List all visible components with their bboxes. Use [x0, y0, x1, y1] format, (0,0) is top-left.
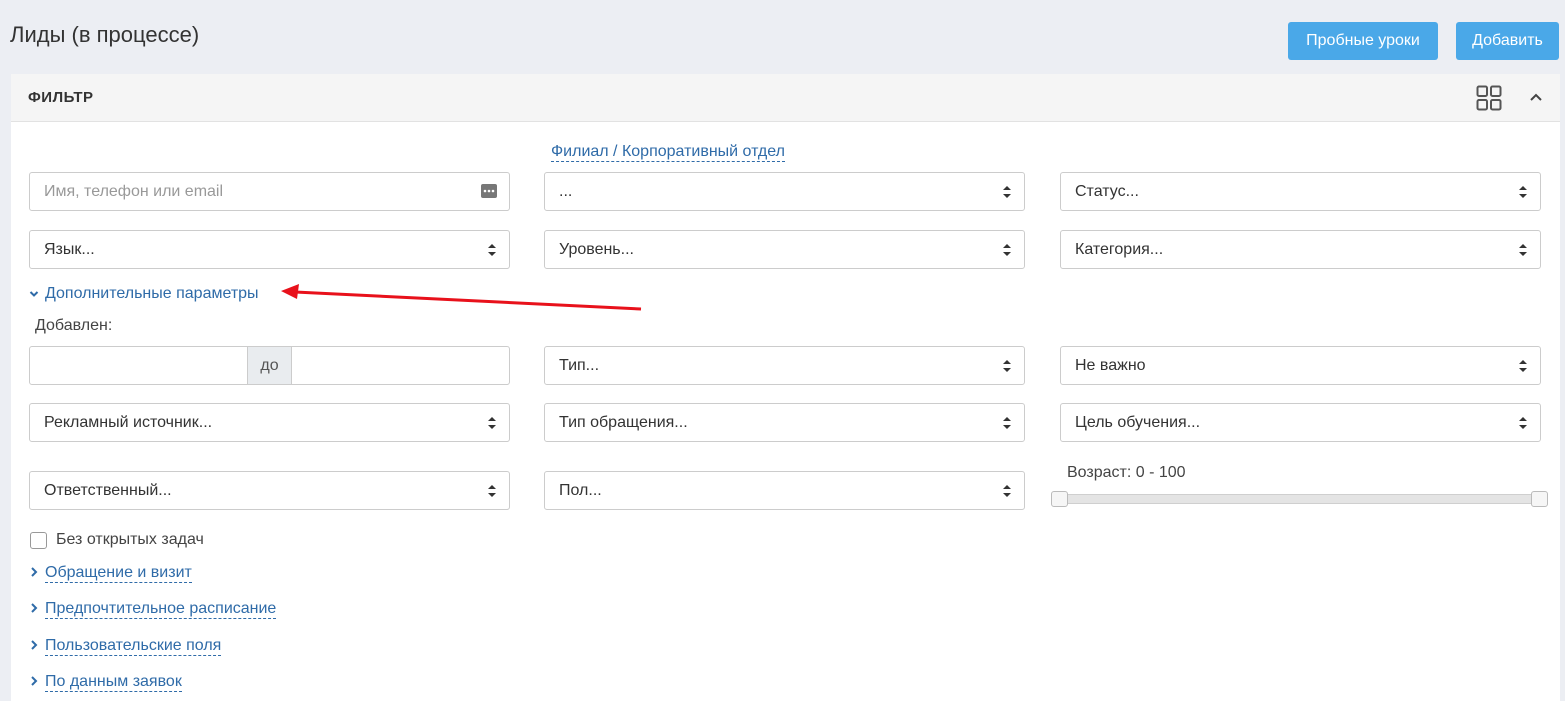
- gender-select-value: Пол...: [559, 482, 602, 499]
- select-arrows-icon: [1003, 485, 1011, 497]
- add-button[interactable]: Добавить: [1456, 22, 1559, 60]
- section-preferred-schedule[interactable]: Предпочтительное расписание: [45, 599, 277, 619]
- age-slider-track[interactable]: [1058, 494, 1533, 504]
- category-select-value: Категория...: [1075, 241, 1164, 258]
- filter-header: ФИЛЬТР: [11, 74, 1560, 122]
- level-select[interactable]: Уровень...: [544, 230, 1025, 269]
- request-type-select-value: Тип обращения...: [559, 414, 688, 431]
- level-select-value: Уровень...: [559, 241, 634, 258]
- chevron-right-icon[interactable]: [29, 675, 39, 687]
- select-arrows-icon: [1519, 360, 1527, 372]
- select-arrows-icon: [1003, 244, 1011, 256]
- grid-view-icon[interactable]: [1476, 85, 1502, 111]
- request-type-select[interactable]: Тип обращения...: [544, 403, 1025, 442]
- additional-params-link[interactable]: Дополнительные параметры: [45, 284, 259, 303]
- section-application-data[interactable]: По данным заявок: [45, 672, 182, 692]
- select-arrows-icon: [1003, 360, 1011, 372]
- select-arrows-icon: [488, 485, 496, 497]
- age-label: Возраст: 0 - 100: [1067, 464, 1186, 481]
- not-important-select[interactable]: Не важно: [1060, 346, 1541, 385]
- learning-goal-select[interactable]: Цель обучения...: [1060, 403, 1541, 442]
- chevron-down-icon[interactable]: [29, 288, 39, 300]
- chevron-right-icon[interactable]: [29, 602, 39, 614]
- section-custom-fields[interactable]: Пользовательские поля: [45, 636, 222, 656]
- no-open-tasks-label: Без открытых задач: [56, 531, 204, 548]
- select-arrows-icon: [488, 417, 496, 429]
- age-slider-handle-from[interactable]: [1051, 491, 1068, 507]
- search-placeholder: Имя, телефон или email: [44, 183, 224, 200]
- search-input[interactable]: Имя, телефон или email: [29, 172, 510, 211]
- select-arrows-icon: [1519, 186, 1527, 198]
- responsible-select-value: Ответственный...: [44, 482, 172, 499]
- chevron-right-icon[interactable]: [29, 566, 39, 578]
- select-arrows-icon: [1519, 244, 1527, 256]
- page-title: Лиды (в процессе): [10, 22, 200, 47]
- trial-lessons-button[interactable]: Пробные уроки: [1288, 22, 1438, 60]
- chevron-up-icon[interactable]: [1528, 89, 1544, 105]
- type-select-value: Тип...: [559, 357, 600, 374]
- select-arrows-icon: [1003, 186, 1011, 198]
- ad-source-select[interactable]: Рекламный источник...: [29, 403, 510, 442]
- no-open-tasks-checkbox[interactable]: [30, 532, 47, 549]
- chevron-right-icon[interactable]: [29, 639, 39, 651]
- select-arrows-icon: [1003, 417, 1011, 429]
- type-select[interactable]: Тип...: [544, 346, 1025, 385]
- date-from-input[interactable]: [29, 346, 248, 385]
- filter-panel: ФИЛЬТР Филиал / Корпоративный отдел Имя,…: [11, 74, 1560, 701]
- gender-select[interactable]: Пол...: [544, 471, 1025, 510]
- branch-select[interactable]: ...: [544, 172, 1025, 211]
- status-select[interactable]: Статус...: [1060, 172, 1541, 211]
- more-options-icon[interactable]: [481, 184, 497, 198]
- select-arrows-icon: [488, 244, 496, 256]
- annotation-arrow: [281, 284, 642, 311]
- status-select-value: Статус...: [1075, 183, 1139, 200]
- learning-goal-select-value: Цель обучения...: [1075, 414, 1201, 431]
- date-separator: до: [247, 346, 292, 385]
- age-slider-handle-to[interactable]: [1531, 491, 1548, 507]
- select-arrows-icon: [1519, 417, 1527, 429]
- filter-title: ФИЛЬТР: [28, 89, 94, 106]
- branch-select-value: ...: [559, 183, 573, 200]
- ad-source-select-value: Рекламный источник...: [44, 414, 213, 431]
- section-request-visit[interactable]: Обращение и визит: [45, 563, 192, 583]
- not-important-select-value: Не важно: [1075, 357, 1146, 374]
- category-select[interactable]: Категория...: [1060, 230, 1541, 269]
- added-label: Добавлен:: [35, 317, 113, 334]
- date-range: до: [29, 346, 510, 385]
- date-to-input[interactable]: [291, 346, 510, 385]
- responsible-select[interactable]: Ответственный...: [29, 471, 510, 510]
- language-select[interactable]: Язык...: [29, 230, 510, 269]
- language-select-value: Язык...: [44, 241, 95, 258]
- branch-link[interactable]: Филиал / Корпоративный отдел: [551, 142, 785, 162]
